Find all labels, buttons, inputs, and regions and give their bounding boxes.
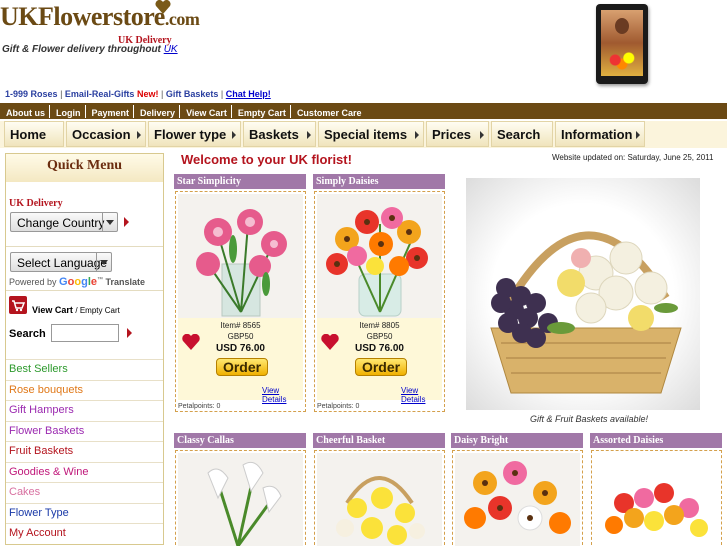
featured-caption: Gift & Fruit Baskets available! bbox=[530, 414, 649, 424]
featured-basket-image[interactable] bbox=[466, 178, 700, 410]
dropdown-arrow-icon bbox=[96, 253, 111, 271]
menu-item[interactable]: My Account bbox=[6, 523, 163, 543]
top-link-bar: About us Login Payment Delivery View Cart Emp… bbox=[0, 103, 727, 119]
link-about-us[interactable]: About us bbox=[0, 105, 50, 118]
menu-item[interactable]: Goodies & Wine bbox=[6, 461, 163, 482]
welcome-heading: Welcome to your UK florist! bbox=[181, 152, 352, 167]
nav-occasion[interactable]: Occasion bbox=[66, 121, 146, 147]
tagline: Gift & Flower delivery throughout UK bbox=[2, 44, 178, 55]
link-customer-care[interactable]: Customer Care bbox=[291, 105, 366, 118]
product-image[interactable] bbox=[317, 194, 442, 318]
heart-icon[interactable] bbox=[321, 334, 339, 350]
item-number: Item# 8805 bbox=[359, 321, 400, 330]
product-title[interactable]: Classy Callas bbox=[174, 433, 306, 448]
view-details-link[interactable]: View Details bbox=[401, 386, 442, 404]
nav-prices[interactable]: Prices bbox=[426, 121, 489, 147]
nav-information[interactable]: Information bbox=[555, 121, 645, 147]
promo-links: 1-999 Roses | Email-Real-Gifts New! | Gi… bbox=[5, 89, 271, 99]
cart-links: View Cart / Empty Cart bbox=[32, 305, 120, 315]
product-card bbox=[452, 450, 583, 546]
chevron-right-icon bbox=[415, 131, 419, 139]
petalpoints: Petalpoints: 0 bbox=[178, 403, 221, 410]
chat-help-link[interactable]: Chat Help! bbox=[226, 89, 271, 99]
product-card bbox=[591, 450, 722, 546]
nav-home[interactable]: Home bbox=[4, 121, 64, 147]
product-title[interactable]: Cheerful Basket bbox=[313, 433, 445, 448]
product-image[interactable] bbox=[178, 453, 303, 546]
menu-item[interactable]: Gift Hampers bbox=[6, 400, 163, 420]
chevron-right-icon bbox=[480, 131, 484, 139]
uk-delivery-label: UK Delivery bbox=[9, 198, 63, 209]
updated-date: Website updated on: Saturday, June 25, 2… bbox=[552, 153, 714, 162]
nav-baskets[interactable]: Baskets bbox=[243, 121, 316, 147]
google-translate-credit: Powered by Google™ Translate bbox=[9, 276, 146, 288]
go-arrow-icon[interactable] bbox=[124, 217, 129, 227]
product-card: Item# 8565 GBP50 USD 76.00 Order View De… bbox=[175, 191, 306, 412]
menu-item[interactable]: Flower Type bbox=[6, 502, 163, 523]
link-view-cart[interactable]: View Cart bbox=[180, 105, 232, 118]
empty-cart-link[interactable]: / Empty Cart bbox=[75, 306, 119, 315]
logo-text: UKFlowerstore bbox=[0, 2, 165, 31]
product-image[interactable] bbox=[178, 194, 303, 318]
quick-menu-title: Quick Menu bbox=[6, 154, 163, 182]
product-title[interactable]: Assorted Daisies bbox=[590, 433, 722, 448]
menu-item[interactable]: Flower Baskets bbox=[6, 420, 163, 441]
logo-heart-icon bbox=[155, 0, 171, 14]
chevron-right-icon bbox=[307, 131, 311, 139]
product-title[interactable]: Star Simplicity bbox=[174, 174, 306, 189]
product-title[interactable]: Daisy Bright bbox=[451, 433, 583, 448]
order-button[interactable]: Order bbox=[355, 358, 407, 376]
select-language-select[interactable]: Select Language bbox=[10, 252, 112, 272]
menu-item[interactable]: Best Sellers bbox=[6, 359, 163, 379]
roses-link[interactable]: 1-999 Roses bbox=[5, 89, 58, 99]
menu-item[interactable]: Fruit Baskets bbox=[6, 441, 163, 461]
chevron-right-icon bbox=[232, 131, 236, 139]
tagline-uk-link[interactable]: UK bbox=[164, 44, 178, 55]
nav-special-items[interactable]: Special items bbox=[318, 121, 424, 147]
menu-item[interactable]: Cakes bbox=[6, 482, 163, 502]
product-card: Item# 8805 GBP50 USD 76.00 Order View De… bbox=[314, 191, 445, 412]
link-login[interactable]: Login bbox=[50, 105, 86, 118]
heart-icon[interactable] bbox=[182, 334, 200, 350]
search-input[interactable] bbox=[51, 324, 119, 342]
search-label: Search bbox=[9, 328, 46, 340]
chevron-right-icon bbox=[137, 131, 141, 139]
nav-flower-type[interactable]: Flower type bbox=[148, 121, 241, 147]
menu-item[interactable]: Rose bouquets bbox=[6, 379, 163, 400]
quick-menu: Quick Menu UK Delivery Change Country Se… bbox=[5, 153, 164, 545]
shopping-cart-icon[interactable] bbox=[9, 296, 27, 314]
link-payment[interactable]: Payment bbox=[86, 105, 135, 118]
item-number: Item# 8565 bbox=[220, 321, 261, 330]
dropdown-arrow-icon bbox=[102, 213, 117, 231]
view-details-link[interactable]: View Details bbox=[262, 386, 303, 404]
order-button[interactable]: Order bbox=[216, 358, 268, 376]
link-empty-cart[interactable]: Empty Cart bbox=[232, 105, 291, 118]
view-cart-link[interactable]: View Cart bbox=[32, 305, 73, 315]
email-gifts-link[interactable]: Email-Real-Gifts bbox=[65, 89, 135, 99]
tablet-promo-image[interactable] bbox=[596, 4, 648, 84]
product-title[interactable]: Simply Daisies bbox=[313, 174, 445, 189]
nav-search[interactable]: Search bbox=[491, 121, 553, 147]
product-image[interactable] bbox=[455, 453, 580, 546]
petalpoints: Petalpoints: 0 bbox=[317, 403, 360, 410]
gift-baskets-link[interactable]: Gift Baskets bbox=[166, 89, 219, 99]
product-card bbox=[314, 450, 445, 546]
search-go-icon[interactable] bbox=[127, 328, 132, 338]
link-delivery[interactable]: Delivery bbox=[134, 105, 181, 118]
product-image[interactable] bbox=[594, 453, 719, 546]
product-image[interactable] bbox=[317, 453, 442, 546]
chevron-right-icon bbox=[636, 131, 640, 139]
product-card bbox=[175, 450, 306, 546]
new-badge: New! bbox=[136, 89, 159, 99]
main-nav: Home Occasion Flower type Baskets Specia… bbox=[0, 121, 727, 148]
change-country-select[interactable]: Change Country bbox=[10, 212, 118, 232]
